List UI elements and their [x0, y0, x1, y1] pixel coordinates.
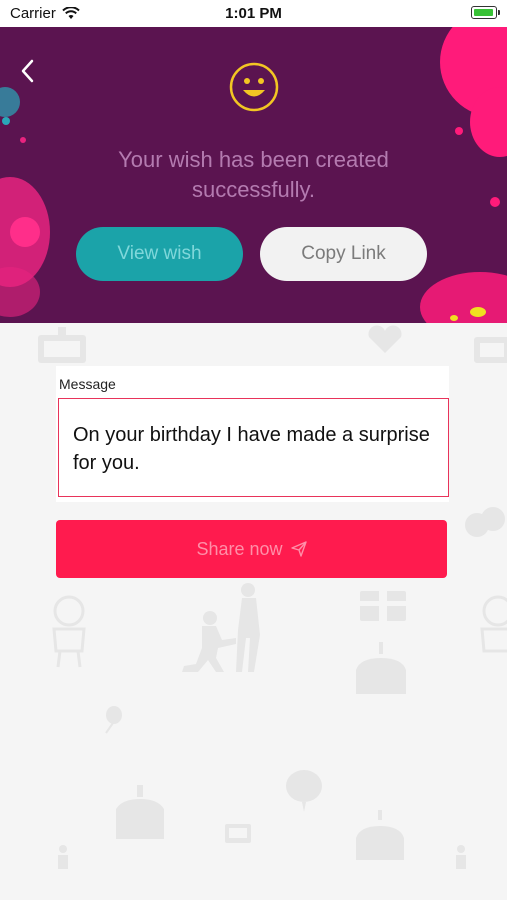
balloon-icon	[286, 770, 322, 812]
share-now-label: Share now	[196, 538, 283, 559]
copy-link-button[interactable]: Copy Link	[260, 227, 427, 281]
gift-icon	[360, 591, 406, 621]
cake-icon	[356, 810, 404, 860]
status-bar: Carrier 1:01 PM	[0, 0, 507, 27]
success-message: Your wish has been created successfully.	[118, 147, 389, 202]
message-label: Message	[59, 376, 116, 392]
cake-icon	[356, 642, 406, 694]
kid-icon	[480, 595, 507, 653]
view-wish-button[interactable]: View wish	[76, 227, 243, 281]
gift-icon	[225, 824, 251, 843]
battery-icon	[471, 6, 500, 19]
share-now-button[interactable]: Share now	[56, 520, 447, 578]
couple-proposal-icon	[182, 583, 260, 672]
status-time: 1:01 PM	[225, 5, 282, 22]
gift-icon	[474, 337, 507, 363]
smiley-icon	[229, 62, 279, 112]
back-chevron-icon[interactable]	[18, 57, 38, 85]
gift-icon	[38, 327, 86, 363]
figure-icon	[456, 845, 466, 869]
success-header: Your wish has been created successfully.…	[0, 27, 507, 323]
balloon-icon	[105, 706, 122, 734]
cloud-icon	[465, 507, 505, 537]
figure-icon	[58, 845, 68, 869]
kid-icon	[52, 595, 86, 668]
send-icon	[290, 541, 307, 557]
message-textarea[interactable]: On your birthday I have made a surprise …	[58, 398, 449, 497]
cake-icon	[116, 785, 164, 839]
heart-icon	[368, 325, 402, 353]
